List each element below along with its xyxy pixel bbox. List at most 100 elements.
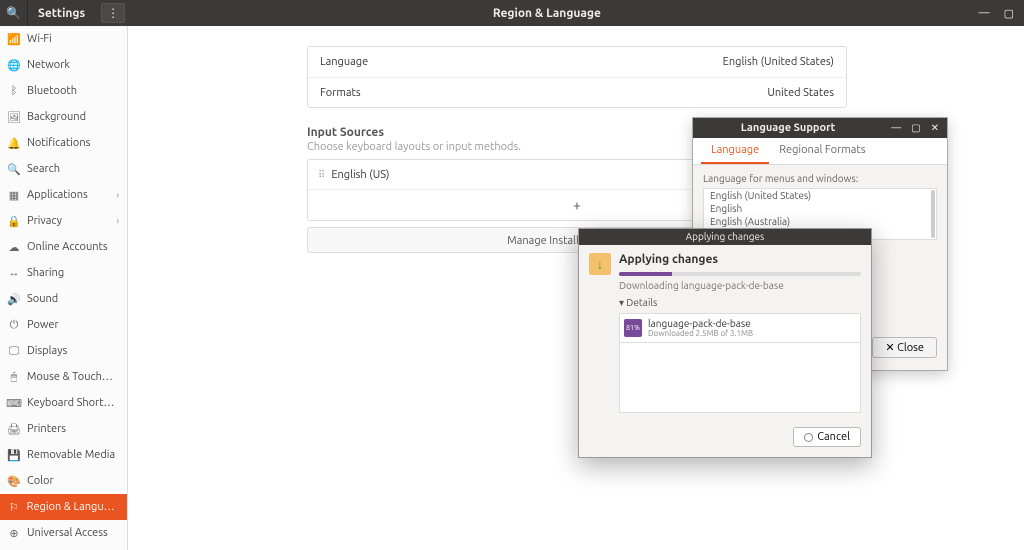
hamburger-menu-button[interactable]: ⋮ bbox=[101, 3, 125, 23]
ls-close-button[interactable]: ✕ bbox=[931, 122, 939, 134]
ls-maximize-button[interactable]: ▢ bbox=[911, 122, 920, 134]
language-row[interactable]: Language English (United States) bbox=[308, 47, 846, 77]
sidebar-item-search[interactable]: 🔍Search bbox=[0, 156, 127, 182]
language-support-tabs: Language Regional Formats bbox=[693, 138, 947, 165]
chevron-right-icon: › bbox=[116, 190, 119, 200]
sidebar-item-wi-fi[interactable]: 📶 Wi-Fi bbox=[0, 26, 127, 52]
sidebar-item-power[interactable]: ⏻ Power bbox=[0, 312, 127, 338]
page-title: Region & Language bbox=[125, 7, 968, 20]
applying-changes-titlebar[interactable]: Applying changes bbox=[579, 229, 871, 245]
language-label: Language bbox=[320, 56, 368, 68]
download-status: Downloading language-pack-de-base bbox=[619, 280, 861, 291]
sidebar-label: Removable Media bbox=[27, 449, 115, 461]
sidebar-icon: 🖨 bbox=[8, 423, 20, 435]
input-source-name: English (US) bbox=[331, 169, 389, 181]
package-size: Downloaded 2.5MB of 3.1MB bbox=[648, 329, 753, 338]
package-row: 81% language-pack-de-base Downloaded 2.5… bbox=[619, 313, 861, 343]
sidebar-label: Keyboard Shortcuts bbox=[27, 397, 119, 409]
tab-regional-formats[interactable]: Regional Formats bbox=[769, 138, 875, 164]
language-list-hint: Language for menus and windows: bbox=[703, 173, 937, 184]
language-support-close-button[interactable]: ✕ Close bbox=[872, 337, 937, 358]
sidebar-label: Universal Access bbox=[27, 527, 108, 539]
sidebar-icon: ↔ bbox=[8, 267, 20, 279]
sidebar-icon: ᛒ bbox=[8, 85, 20, 97]
sidebar-label: Applications bbox=[27, 189, 88, 201]
sidebar-item-sharing[interactable]: ↔ Sharing bbox=[0, 260, 127, 286]
sidebar-item-keyboard-shortcuts[interactable]: ⌨Keyboard Shortcuts bbox=[0, 390, 127, 416]
sidebar-item-mouse-touchpad[interactable]: 🖱Mouse & Touchpad bbox=[0, 364, 127, 390]
sidebar-item-region-language[interactable]: ⚐ Region & Language bbox=[0, 494, 127, 520]
search-icon: 🔍 bbox=[6, 6, 21, 20]
close-icon: ✕ bbox=[885, 342, 894, 354]
sidebar-item-displays[interactable]: 🖵 Displays bbox=[0, 338, 127, 364]
sidebar-label: Region & Language bbox=[27, 501, 119, 513]
sidebar-label: Network bbox=[27, 59, 70, 71]
sidebar-icon: 🎨 bbox=[8, 475, 20, 487]
sidebar-icon: 🌐 bbox=[8, 59, 20, 71]
plus-icon: + bbox=[573, 197, 581, 213]
sidebar-label: Printers bbox=[27, 423, 66, 435]
scrollbar[interactable] bbox=[931, 190, 935, 238]
sidebar-icon: 📶 bbox=[8, 33, 20, 45]
sidebar-item-color[interactable]: 🎨 Color bbox=[0, 468, 127, 494]
maximize-button[interactable]: ▢ bbox=[1004, 7, 1014, 20]
sidebar-label: Background bbox=[27, 111, 86, 123]
formats-row[interactable]: Formats United States bbox=[308, 77, 846, 107]
sidebar-label: Sound bbox=[27, 293, 58, 305]
sidebar-label: Power bbox=[27, 319, 59, 331]
sidebar-label: Sharing bbox=[27, 267, 64, 279]
sidebar-item-online-accounts[interactable]: ☁Online Accounts bbox=[0, 234, 127, 260]
sidebar-item-privacy[interactable]: 🔒Privacy› bbox=[0, 208, 127, 234]
lang-option[interactable]: English (Australia) bbox=[704, 215, 936, 228]
sidebar-icon: 🔒 bbox=[8, 215, 20, 227]
chevron-right-icon: › bbox=[116, 216, 119, 226]
sidebar-icon: 🔔 bbox=[8, 137, 20, 149]
sidebar-icon: ⚐ bbox=[8, 501, 20, 513]
sidebar-item-bluetooth[interactable]: ᛒ Bluetooth bbox=[0, 78, 127, 104]
sidebar-label: Online Accounts bbox=[27, 241, 108, 253]
package-icon: 81% bbox=[624, 319, 642, 337]
sidebar-icon: 🖱 bbox=[8, 371, 20, 383]
sidebar-icon: ⊕ bbox=[8, 527, 20, 539]
sidebar-icon: ▦ bbox=[8, 189, 20, 201]
sidebar-item-printers[interactable]: 🖨 Printers bbox=[0, 416, 127, 442]
titlebar: 🔍 Settings ⋮ Region & Language — ▢ bbox=[0, 0, 1024, 26]
formats-label: Formats bbox=[320, 87, 361, 99]
search-button[interactable]: 🔍 bbox=[0, 0, 28, 26]
applying-changes-title: Applying changes bbox=[619, 253, 861, 266]
drag-handle-icon[interactable]: ⠿ bbox=[318, 169, 323, 181]
ls-minimize-button[interactable]: — bbox=[891, 122, 901, 134]
language-value: English (United States) bbox=[723, 56, 834, 68]
sidebar-label: Color bbox=[27, 475, 54, 487]
sidebar-icon: 🔊 bbox=[8, 293, 20, 305]
sidebar-item-sound[interactable]: 🔊 Sound bbox=[0, 286, 127, 312]
sidebar-label: Wi-Fi bbox=[27, 33, 52, 45]
sidebar-item-notifications[interactable]: 🔔Notifications bbox=[0, 130, 127, 156]
cancel-label: Cancel bbox=[817, 431, 850, 443]
settings-sidebar: 📶 Wi-Fi 🌐 Network ᛒ Bluetooth 🖼 Background 🔔Noti… bbox=[0, 26, 128, 550]
menu-icon: ⋮ bbox=[107, 6, 119, 20]
cancel-button[interactable]: Cancel bbox=[793, 427, 861, 447]
sidebar-item-universal-access[interactable]: ⊕ Universal Access bbox=[0, 520, 127, 546]
language-support-titlebar[interactable]: Language Support — ▢ ✕ bbox=[693, 118, 947, 138]
language-formats-box: Language English (United States) Formats… bbox=[307, 46, 847, 108]
lang-option[interactable]: English (United States) bbox=[704, 189, 936, 202]
language-support-title: Language Support bbox=[693, 122, 883, 134]
close-label: Close bbox=[897, 342, 924, 354]
sidebar-item-background[interactable]: 🖼 Background bbox=[0, 104, 127, 130]
sidebar-item-removable-media[interactable]: 💾 Removable Media bbox=[0, 442, 127, 468]
sidebar-item-applications[interactable]: ▦ Applications › bbox=[0, 182, 127, 208]
sidebar-icon: ⏻ bbox=[8, 319, 20, 331]
sidebar-item-network[interactable]: 🌐 Network bbox=[0, 52, 127, 78]
sidebar-label: Displays bbox=[27, 345, 67, 357]
sidebar-item-users[interactable]: 👤Users bbox=[0, 546, 127, 550]
tab-language[interactable]: Language bbox=[701, 138, 769, 164]
sidebar-icon: 🖵 bbox=[8, 345, 20, 357]
sidebar-icon: 💾 bbox=[8, 449, 20, 461]
sidebar-icon: 🖼 bbox=[8, 111, 20, 123]
details-toggle[interactable]: ▾ Details bbox=[619, 297, 861, 309]
minimize-button[interactable]: — bbox=[979, 7, 990, 20]
lang-option[interactable]: English bbox=[704, 202, 936, 215]
sidebar-label: Bluetooth bbox=[27, 85, 77, 97]
sidebar-label: Search bbox=[27, 163, 60, 175]
